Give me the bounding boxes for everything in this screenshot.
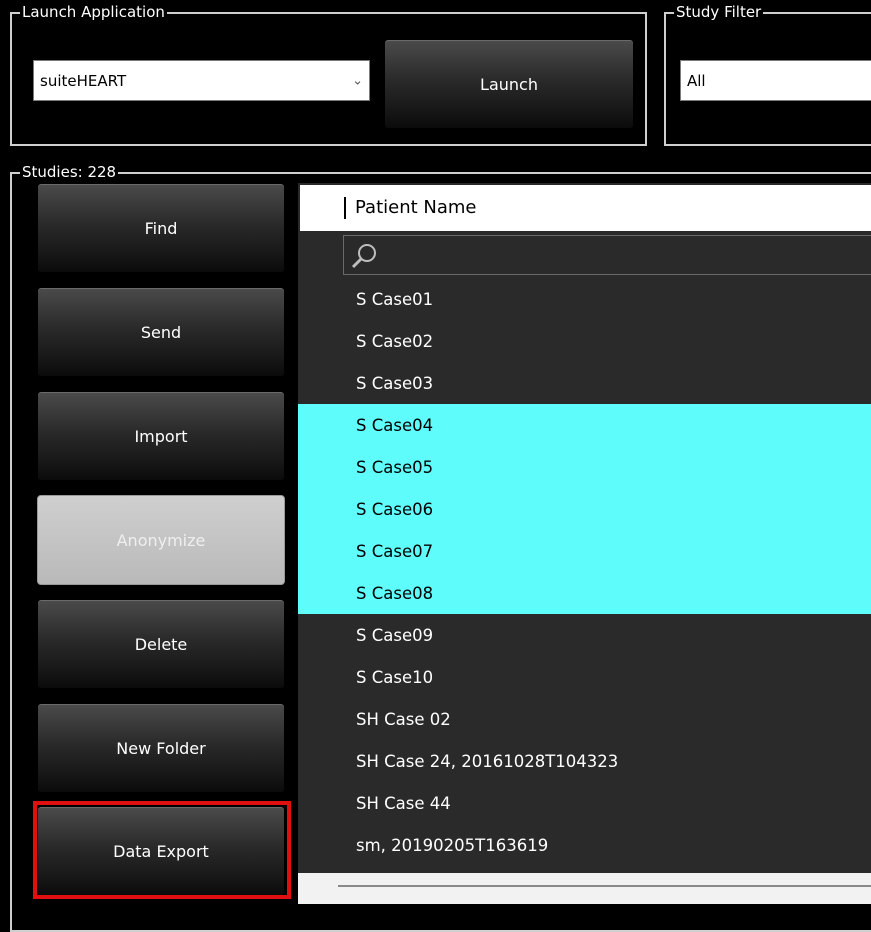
horizontal-scrollbar[interactable] <box>338 885 871 887</box>
studies-count-title: Studies: 228 <box>20 163 119 181</box>
study-filter-value: All <box>687 71 706 90</box>
data-export-button[interactable]: Data Export <box>37 806 285 896</box>
launch-application-group: Launch Application suiteHEART ⌄ Launch <box>10 3 647 146</box>
patient-name-cell: S Case06 <box>356 499 434 519</box>
patient-name-column-header[interactable]: Patient Name <box>300 185 871 231</box>
study-rows: S Case01 S Case02 S Case03 S Case04 S Ca… <box>298 278 871 866</box>
patient-name-cell: SH Case 44 <box>356 793 451 813</box>
search-icon <box>351 244 376 269</box>
data-export-button-label: Data Export <box>113 841 209 861</box>
delete-button[interactable]: Delete <box>37 599 285 689</box>
import-button[interactable]: Import <box>37 391 285 481</box>
patient-name-header-label: Patient Name <box>355 197 477 218</box>
send-button-label: Send <box>140 322 182 342</box>
delete-button-label: Delete <box>134 634 188 654</box>
patient-name-cell: SH Case 02 <box>356 709 451 729</box>
anonymize-button-label: Anonymize <box>116 530 206 550</box>
table-row-selected[interactable]: S Case05 <box>298 446 871 488</box>
table-row[interactable]: S Case09 <box>298 614 871 656</box>
send-button[interactable]: Send <box>37 287 285 377</box>
table-row[interactable]: SH Case 24, 20161028T104323 <box>298 740 871 782</box>
horizontal-scrollbar-area[interactable] <box>298 873 871 904</box>
patient-name-cell: sm, 20190205T163619 <box>356 835 549 855</box>
application-select-value: suiteHEART <box>40 71 127 90</box>
table-row[interactable]: SH Case 02 <box>298 698 871 740</box>
launch-application-title: Launch Application <box>20 3 167 21</box>
table-row[interactable]: S Case03 <box>298 362 871 404</box>
table-row[interactable]: sm, 20190205T163619 <box>298 824 871 866</box>
patient-name-cell: S Case04 <box>356 415 434 435</box>
launch-button-label: Launch <box>480 74 538 94</box>
table-row[interactable]: S Case10 <box>298 656 871 698</box>
patient-name-cell: S Case02 <box>356 331 434 351</box>
patient-name-cell: S Case07 <box>356 541 434 561</box>
chevron-down-icon: ⌄ <box>352 73 363 88</box>
patient-name-cell: S Case08 <box>356 583 434 603</box>
import-button-label: Import <box>134 426 188 446</box>
table-row[interactable]: S Case02 <box>298 320 871 362</box>
find-button[interactable]: Find <box>37 183 285 273</box>
patient-name-cell: S Case10 <box>356 667 434 687</box>
search-input[interactable] <box>343 235 871 275</box>
anonymize-button[interactable]: Anonymize <box>37 495 285 585</box>
column-separator <box>344 197 346 219</box>
table-row-selected[interactable]: S Case08 <box>298 572 871 614</box>
study-list[interactable]: Patient Name S Case01 S Case02 S Case03 … <box>298 183 871 904</box>
launch-button[interactable]: Launch <box>384 39 634 129</box>
table-row-selected[interactable]: S Case07 <box>298 530 871 572</box>
study-filter-select[interactable]: All <box>680 60 871 101</box>
patient-name-cell: S Case03 <box>356 373 434 393</box>
application-select[interactable]: suiteHEART ⌄ <box>33 60 370 101</box>
find-button-label: Find <box>144 218 178 238</box>
table-row-selected[interactable]: S Case04 <box>298 404 871 446</box>
table-row[interactable]: SH Case 44 <box>298 782 871 824</box>
table-row[interactable]: S Case01 <box>298 278 871 320</box>
patient-name-cell: SH Case 24, 20161028T104323 <box>356 751 619 771</box>
patient-name-cell: S Case01 <box>356 289 434 309</box>
study-filter-group: Study Filter All <box>664 3 871 146</box>
study-filter-title: Study Filter <box>674 3 764 21</box>
patient-name-cell: S Case05 <box>356 457 434 477</box>
table-row-selected[interactable]: S Case06 <box>298 488 871 530</box>
new-folder-button-label: New Folder <box>116 738 206 758</box>
new-folder-button[interactable]: New Folder <box>37 703 285 793</box>
patient-name-cell: S Case09 <box>356 625 434 645</box>
